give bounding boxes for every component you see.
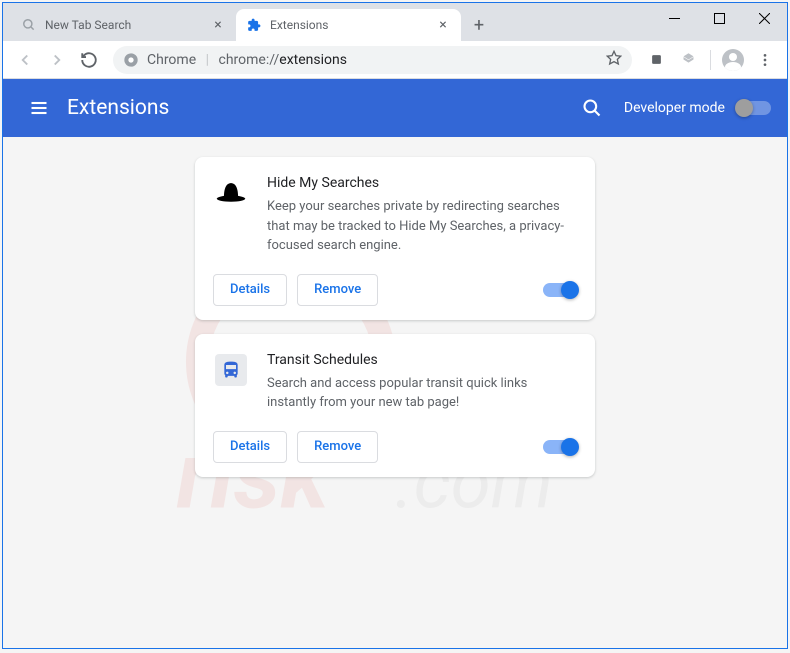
- search-icon[interactable]: [572, 88, 612, 128]
- browser-toolbar: Chrome | chrome://extensions: [3, 41, 787, 79]
- developer-mode-label: Developer mode: [624, 100, 725, 116]
- tab-title: Extensions: [270, 18, 435, 32]
- extension-toolbar-icon-2[interactable]: [674, 46, 702, 74]
- url-prefix: chrome://: [219, 52, 280, 68]
- separator: [710, 50, 711, 70]
- close-button[interactable]: [742, 3, 787, 33]
- url-label: Chrome: [147, 52, 196, 68]
- page-title: Extensions: [67, 96, 572, 120]
- titlebar: New Tab Search × Extensions × +: [3, 3, 787, 41]
- enable-toggle[interactable]: [543, 283, 577, 297]
- extension-description: Search and access popular transit quick …: [267, 374, 577, 413]
- new-tab-button[interactable]: +: [465, 11, 493, 39]
- remove-button[interactable]: Remove: [297, 431, 378, 463]
- details-button[interactable]: Details: [213, 274, 287, 306]
- window-controls: [652, 3, 787, 33]
- extension-name: Transit Schedules: [267, 352, 577, 368]
- extensions-header: Extensions Developer mode: [3, 79, 787, 137]
- reload-button[interactable]: [75, 46, 103, 74]
- browser-window: New Tab Search × Extensions × +: [2, 2, 788, 649]
- extension-card: Hide My Searches Keep your searches priv…: [195, 157, 595, 320]
- avatar: [722, 49, 744, 71]
- extension-name: Hide My Searches: [267, 175, 577, 191]
- extension-description: Keep your searches private by redirectin…: [267, 197, 577, 256]
- developer-mode-toggle[interactable]: [737, 101, 771, 115]
- enable-toggle[interactable]: [543, 440, 577, 454]
- hat-icon: [213, 175, 249, 211]
- extension-toolbar-icon-1[interactable]: [642, 46, 670, 74]
- hamburger-menu-icon[interactable]: [19, 88, 59, 128]
- tab-new-tab-search[interactable]: New Tab Search ×: [11, 9, 236, 41]
- url-path: extensions: [279, 52, 347, 68]
- extension-icon: [246, 17, 262, 33]
- tab-extensions[interactable]: Extensions ×: [236, 9, 461, 41]
- close-icon[interactable]: ×: [210, 17, 226, 33]
- extensions-content: risk.com Hide My Searches Keep your sear…: [3, 137, 787, 648]
- tab-title: New Tab Search: [45, 18, 210, 32]
- extension-card: Transit Schedules Search and access popu…: [195, 334, 595, 477]
- tab-strip: New Tab Search × Extensions × +: [3, 3, 652, 41]
- back-button[interactable]: [11, 46, 39, 74]
- remove-button[interactable]: Remove: [297, 274, 378, 306]
- minimize-button[interactable]: [652, 3, 697, 33]
- url-text: Chrome | chrome://extensions: [147, 52, 347, 68]
- address-bar[interactable]: Chrome | chrome://extensions: [113, 46, 632, 74]
- forward-button[interactable]: [43, 46, 71, 74]
- bus-icon: [213, 352, 249, 388]
- close-icon[interactable]: ×: [435, 17, 451, 33]
- details-button[interactable]: Details: [213, 431, 287, 463]
- menu-kebab-icon[interactable]: [751, 46, 779, 74]
- search-icon: [21, 17, 37, 33]
- bookmark-star-icon[interactable]: [606, 50, 622, 70]
- chrome-icon: [123, 52, 139, 68]
- profile-avatar[interactable]: [719, 46, 747, 74]
- maximize-button[interactable]: [697, 3, 742, 33]
